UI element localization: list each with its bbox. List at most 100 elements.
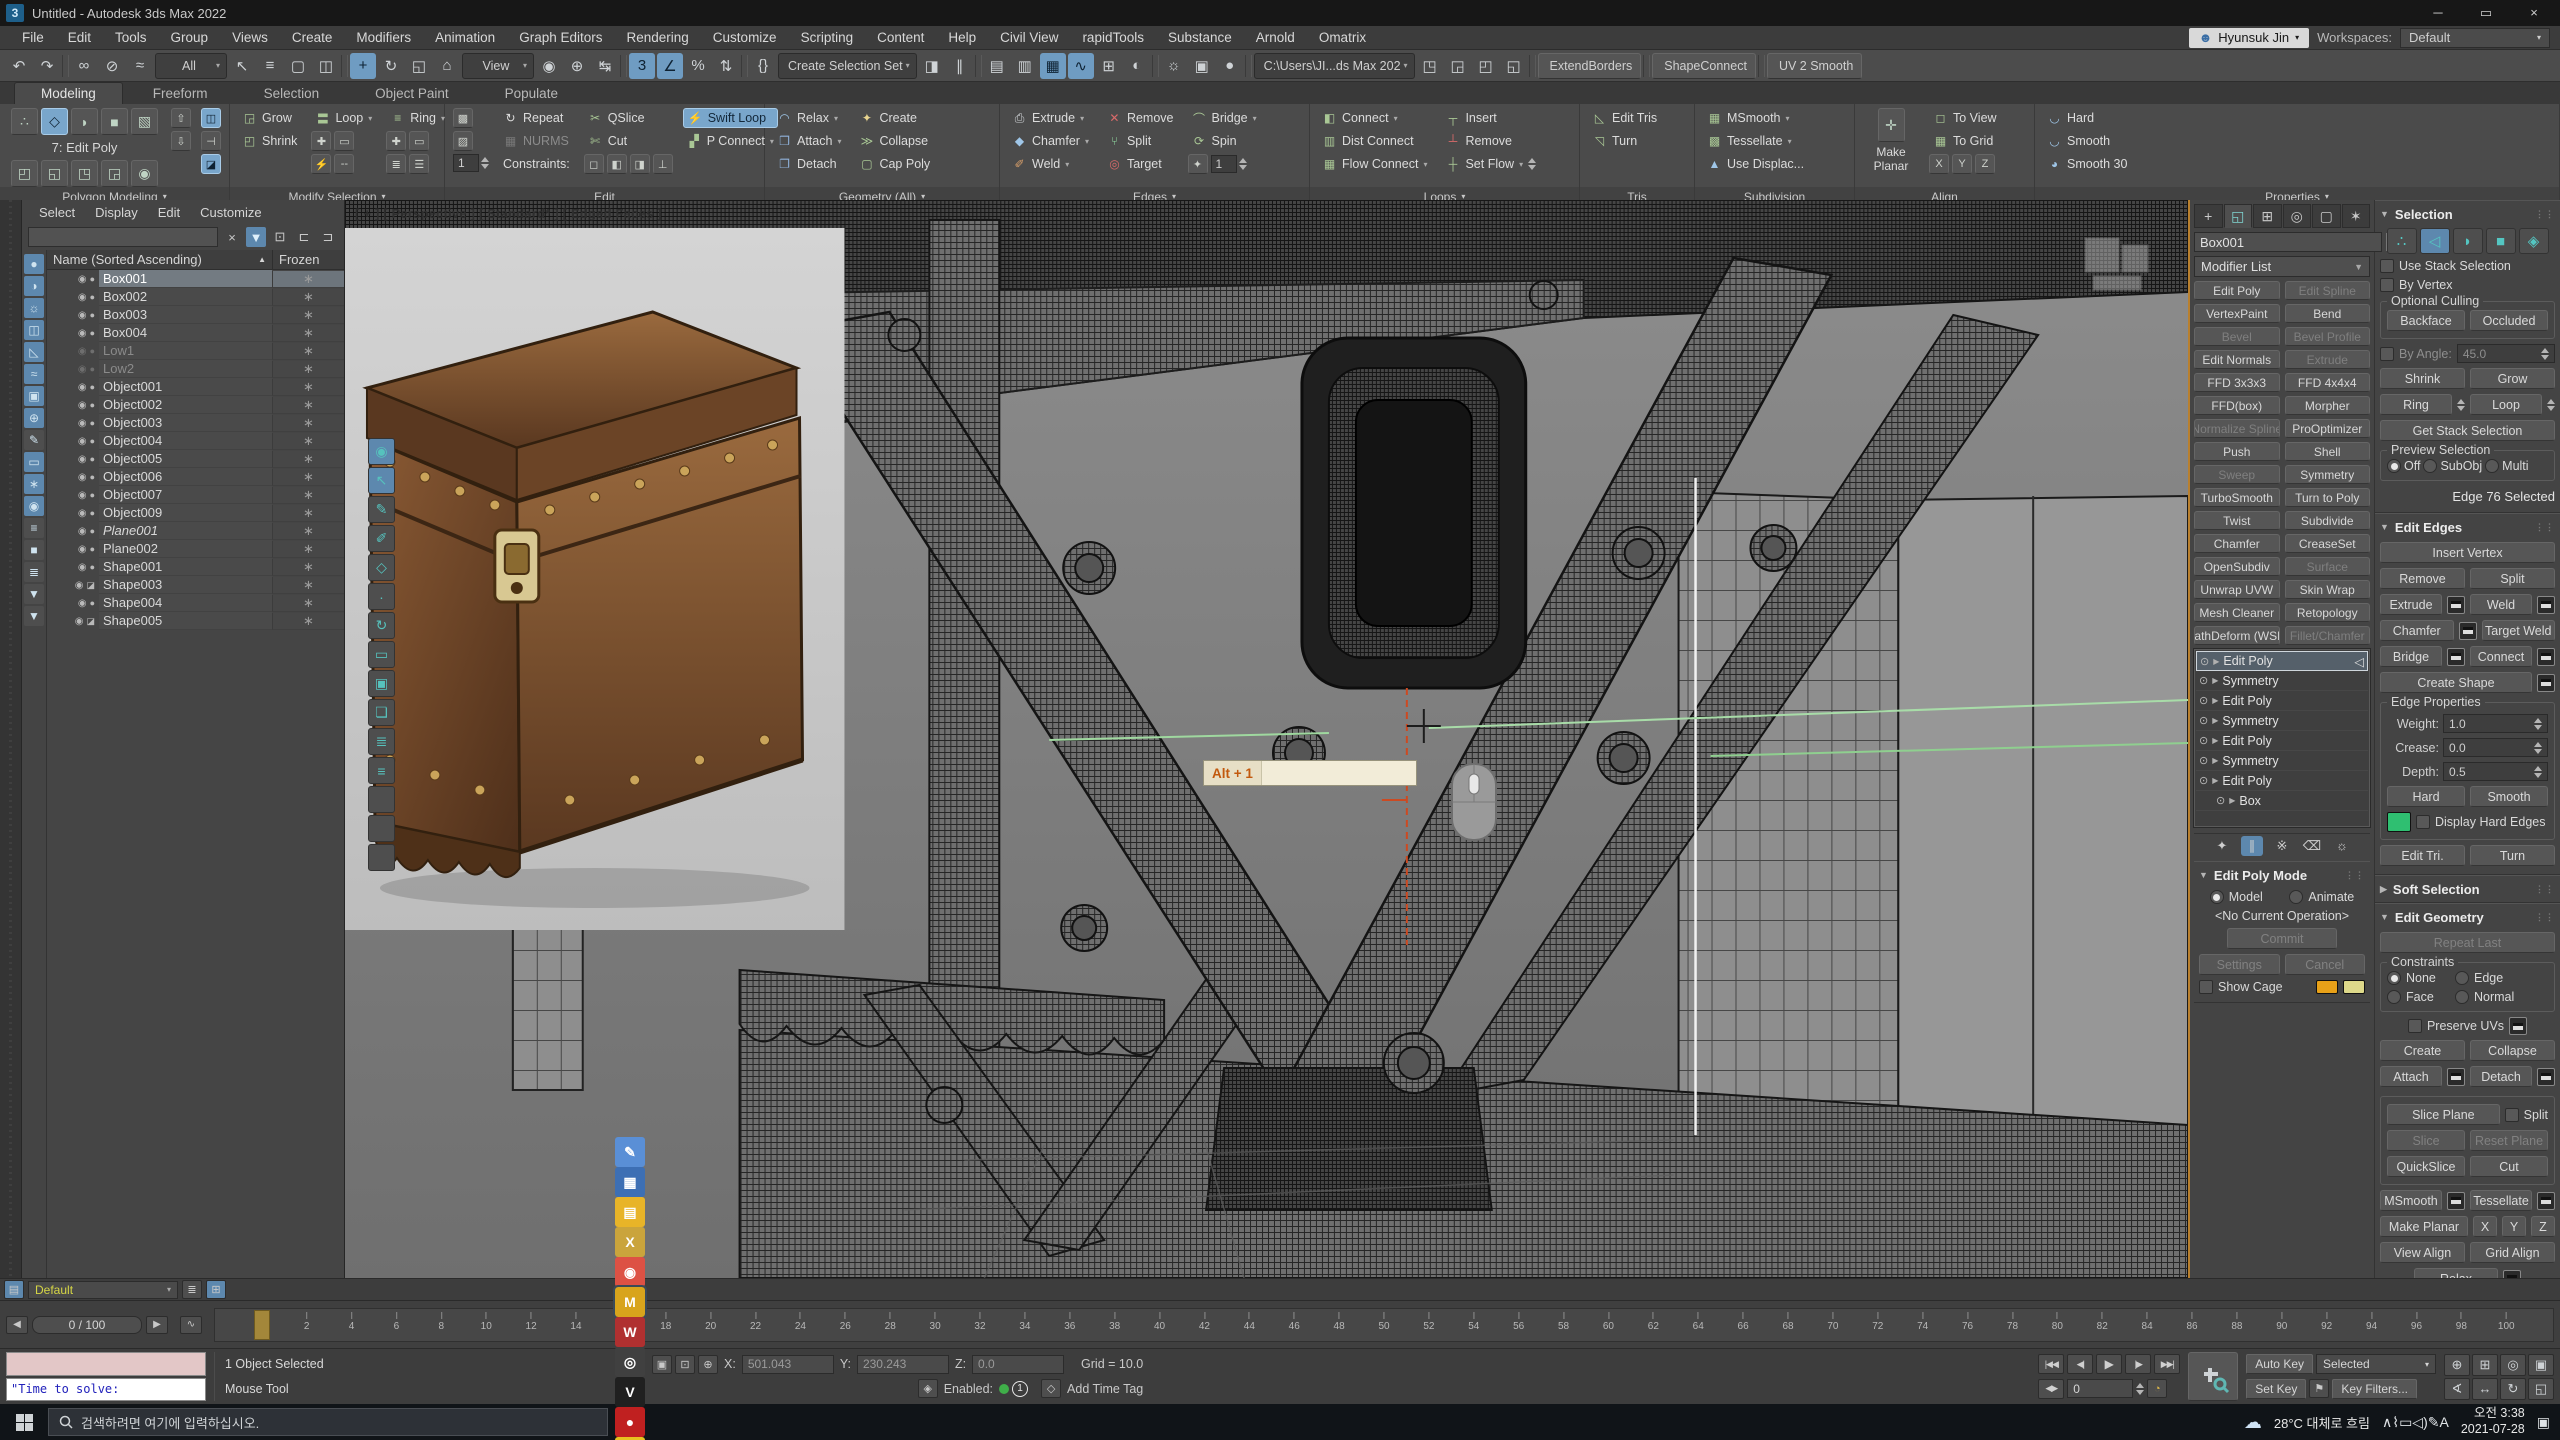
viewport[interactable]: [ + ] [ Perspective ] [ Standard* ] [ Ed… bbox=[345, 200, 2190, 1278]
reset-plane-button[interactable]: Reset Plane bbox=[2470, 1130, 2548, 1151]
weather-text[interactable]: 28°C 대체로 흐림 bbox=[2274, 1413, 2370, 1432]
select-and-move-icon[interactable]: +▾ bbox=[350, 53, 376, 79]
trash-tool-icon[interactable]: ▭ bbox=[368, 641, 395, 668]
isolate-selection-icon[interactable]: ▣ bbox=[652, 1355, 672, 1374]
show-cage-icon[interactable]: ⊣ bbox=[201, 131, 221, 151]
modifier-set-button[interactable]: FFD(box) bbox=[2194, 396, 2280, 415]
zoom-extents-icon[interactable]: ◎ bbox=[2500, 1354, 2526, 1376]
taskbar-search[interactable]: 검색하려면 여기에 입력하십시오. bbox=[48, 1408, 608, 1436]
edit-tri-button[interactable]: Edit Tri. bbox=[2380, 845, 2465, 866]
field-of-view-icon[interactable]: ∢ bbox=[2444, 1378, 2470, 1400]
use-stack-selection-checkbox[interactable] bbox=[2380, 259, 2394, 273]
menu-item[interactable]: Create bbox=[280, 30, 345, 45]
speaker-tray-icon[interactable]: ◁) bbox=[2412, 1414, 2427, 1430]
key-filters-icon[interactable]: ⚑ bbox=[2309, 1379, 2329, 1398]
constraint-normal-radio[interactable] bbox=[2455, 990, 2469, 1004]
calculator-app-icon[interactable]: ▦ bbox=[615, 1167, 645, 1197]
extrude-button[interactable]: ⎙Extrude▾ bbox=[1008, 108, 1093, 128]
modifier-set-button[interactable]: Edit Spline bbox=[2285, 281, 2371, 300]
collapse-button[interactable]: ≫Collapse bbox=[855, 131, 934, 151]
constraint-normal-icon[interactable]: ⊥ bbox=[653, 154, 673, 174]
display-groups-icon[interactable]: ▣ bbox=[24, 386, 44, 406]
display-cameras-icon[interactable]: ◫ bbox=[24, 320, 44, 340]
lock-selection-icon[interactable]: ⊡ bbox=[675, 1355, 695, 1374]
signin-user-button[interactable]: ☻ Hyunsuk Jin ▾ bbox=[2189, 28, 2310, 48]
close-button[interactable]: × bbox=[2514, 0, 2554, 26]
tweak-uvs-icon[interactable]: ▨ bbox=[453, 131, 473, 151]
explorer-row[interactable]: ◉ Object009 ∗ bbox=[47, 504, 344, 522]
modifier-stack-row[interactable]: ⊙▶Edit Poly◁ bbox=[2196, 771, 2368, 791]
modifier-set-button[interactable]: Retopology bbox=[2285, 603, 2371, 622]
tab-create[interactable]: + bbox=[2194, 204, 2223, 228]
spin-button[interactable]: ⟳Spin bbox=[1188, 131, 1261, 151]
commit-button[interactable]: Commit bbox=[2227, 928, 2337, 949]
material-editor-icon[interactable]: ◐▾ bbox=[1124, 53, 1150, 79]
modifier-stack-row[interactable]: ⊙▶Symmetry◁ bbox=[2196, 751, 2368, 771]
menu-item[interactable]: Group bbox=[159, 30, 221, 45]
knife-tool-icon[interactable]: ◇ bbox=[368, 554, 395, 581]
trackbar-toggle-icon[interactable]: ∿ bbox=[180, 1316, 202, 1334]
display-containers-icon[interactable]: ▭ bbox=[24, 452, 44, 472]
minimize-button[interactable]: ─ bbox=[2418, 0, 2458, 26]
chamfer-button[interactable]: ◆Chamfer▾ bbox=[1008, 131, 1093, 151]
insert-loop-button[interactable]: ┬Insert bbox=[1441, 108, 1540, 128]
explorer-row[interactable]: ◉ Object006 ∗ bbox=[47, 468, 344, 486]
to-view-button[interactable]: ◻To View bbox=[1929, 108, 2001, 128]
attach-button[interactable]: ❒Attach▾ bbox=[773, 131, 845, 151]
modifier-set-button[interactable]: Normalize Spline bbox=[2194, 419, 2280, 438]
attach-button[interactable]: Attach bbox=[2380, 1066, 2442, 1087]
scene-explorer-icon[interactable]: ▤▾ bbox=[984, 53, 1010, 79]
maxscript-mini-listener[interactable]: "Time to solve: bbox=[6, 1352, 206, 1401]
turn-edge-button[interactable]: Turn bbox=[2470, 845, 2555, 866]
media-app-icon[interactable]: M bbox=[615, 1287, 645, 1317]
explorer-menu-item[interactable]: Customize bbox=[191, 205, 270, 220]
select-and-scale-icon[interactable]: ◱▾ bbox=[406, 53, 432, 79]
prev-frame-button[interactable]: ◀ bbox=[6, 1316, 28, 1334]
cut-button[interactable]: ✄Cut bbox=[584, 131, 673, 151]
bridge-edge-button[interactable]: Bridge bbox=[2380, 646, 2442, 667]
create-geo-button[interactable]: Create bbox=[2380, 1040, 2465, 1061]
preserve-uvs-settings-icon[interactable] bbox=[2509, 1017, 2527, 1035]
align-z-button[interactable]: Z bbox=[1975, 154, 1995, 174]
menu-item[interactable]: Civil View bbox=[988, 30, 1070, 45]
soft-selection-header[interactable]: ▶Soft Selection⋮⋮ bbox=[2380, 879, 2555, 899]
msmooth-button[interactable]: ▦MSmooth▾ bbox=[1703, 108, 1808, 128]
remove-modifier-icon[interactable]: ⌫ bbox=[2301, 836, 2323, 856]
viewport-canvas[interactable] bbox=[345, 200, 2188, 1278]
vertex-mode-icon[interactable]: ∴ bbox=[11, 108, 38, 135]
filter-funnel-icon[interactable]: ▼ bbox=[246, 227, 266, 247]
cut-geo-button[interactable]: Cut bbox=[2470, 1156, 2548, 1177]
modifier-set-button[interactable]: Symmetry bbox=[2285, 465, 2371, 484]
render-preset-4-icon[interactable]: ◱▾ bbox=[1501, 53, 1527, 79]
extrude-edge-button[interactable]: Extrude bbox=[2380, 594, 2442, 615]
display-hard-edges-checkbox[interactable] bbox=[2416, 815, 2430, 829]
layer-stack-icon[interactable]: ≣ bbox=[182, 1280, 202, 1299]
grow-button[interactable]: ◲Grow bbox=[238, 108, 301, 128]
loop-selection-button[interactable]: Loop bbox=[2470, 394, 2542, 415]
cap-poly-button[interactable]: ▢Cap Poly bbox=[855, 154, 934, 174]
planar-z-button[interactable]: Z bbox=[2531, 1216, 2555, 1237]
sort-list-icon[interactable]: ≡ bbox=[24, 518, 44, 538]
model-radio[interactable] bbox=[2210, 890, 2224, 904]
preview-off-radio[interactable] bbox=[2387, 459, 2401, 473]
explorer-row[interactable]: ◉ Object003 ∗ bbox=[47, 414, 344, 432]
render-preset-3-icon[interactable]: ◰▾ bbox=[1473, 53, 1499, 79]
align-y-button[interactable]: Y bbox=[1952, 154, 1972, 174]
rectangular-selection-region-icon[interactable]: ▢▾ bbox=[285, 53, 311, 79]
explorer-row[interactable]: ◉ Object005 ∗ bbox=[47, 450, 344, 468]
create-selection-set-dropdown[interactable]: Create Selection Set▾ bbox=[778, 53, 917, 79]
edge-subobj-icon[interactable]: ◁ bbox=[2420, 228, 2450, 254]
curve-editor-icon[interactable]: ∿▾ bbox=[1068, 53, 1094, 79]
modifier-list-dropdown[interactable]: Modifier List▼ bbox=[2194, 256, 2370, 277]
relax-settings-icon[interactable] bbox=[2503, 1270, 2521, 1279]
modifier-set-button[interactable]: Sweep bbox=[2194, 465, 2280, 484]
modifier-set-button[interactable]: OpenSubdiv bbox=[2194, 557, 2280, 576]
modifier-set-button[interactable]: PathDeform (WSM bbox=[2194, 626, 2280, 645]
display-spacewarps-icon[interactable]: ≈ bbox=[24, 364, 44, 384]
constraint-face-radio[interactable] bbox=[2387, 990, 2401, 1004]
explorer-row[interactable]: ◉ Plane002 ∗ bbox=[47, 540, 344, 558]
x-coordinate-field[interactable]: 501.043 bbox=[742, 1355, 834, 1374]
search-app-icon[interactable]: ◎ bbox=[615, 1347, 645, 1377]
explorer-row[interactable]: ◉ Low2 ∗ bbox=[47, 360, 344, 378]
ribbon-toggle-icon[interactable]: ▦▾ bbox=[1040, 53, 1066, 79]
